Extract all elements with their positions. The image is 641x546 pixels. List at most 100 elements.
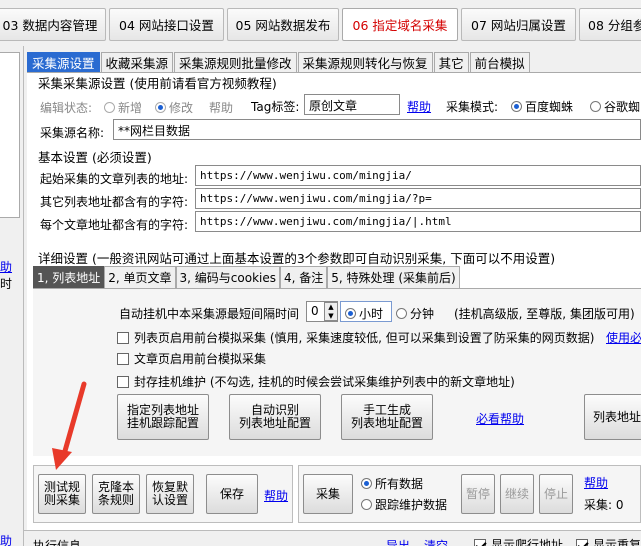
- radio-new[interactable]: [104, 102, 115, 113]
- article-url-label: 每个文章地址都含有的字符:: [40, 218, 189, 232]
- stop-button[interactable]: 停止: [539, 474, 573, 514]
- clone-rule-button[interactable]: 克隆本 条规则: [92, 474, 140, 514]
- check-list-simulate-label: 列表页启用前台模拟采集 (慎用, 采集速度较低, 但可以采集到设置了防采集的网页…: [134, 331, 595, 345]
- edit-state-label: 编辑状态:: [40, 101, 93, 115]
- sidebar-help-link-bottom[interactable]: 助: [0, 532, 12, 546]
- edit-state-modify[interactable]: 修改: [155, 99, 193, 116]
- must-read-help-link[interactable]: 必看帮助: [476, 410, 524, 427]
- collect-button[interactable]: 采集: [303, 474, 353, 514]
- check-article-simulate[interactable]: 文章页启用前台模拟采集: [117, 350, 266, 367]
- list-address-button[interactable]: 列表地址: [584, 394, 641, 440]
- show-crawl-option[interactable]: 显示爬行地址: [474, 536, 563, 546]
- sidebar-help-link[interactable]: 助: [0, 258, 12, 275]
- check-list-simulate[interactable]: 列表页启用前台模拟采集 (慎用, 采集速度较低, 但可以采集到设置了防采集的网页…: [117, 329, 594, 346]
- interval-spinner[interactable]: ▲ ▼: [324, 302, 338, 321]
- show-repeat-option[interactable]: 显示重复: [576, 536, 641, 546]
- pause-button[interactable]: 暂停: [461, 474, 495, 514]
- edition-note: (挂机高级版, 至尊版, 集团版可用): [454, 307, 635, 321]
- opt-track-data-label: 跟踪维护数据: [375, 498, 448, 512]
- spinner-up-icon[interactable]: ▲: [325, 303, 337, 312]
- start-url-input[interactable]: https://www.wenjiwu.com/mingjia/: [195, 165, 641, 186]
- sub-tab-bar: 采集源设置 收藏采集源 采集源规则批量修改 采集源规则转化与恢复 其它 前台模拟: [27, 52, 531, 72]
- section-title-basic: 基本设置 (必须设置): [38, 150, 152, 165]
- save-button[interactable]: 保存: [206, 474, 258, 514]
- mode-google[interactable]: 谷歌蜘: [590, 98, 640, 115]
- auto-identify-button[interactable]: 自动识别 列表地址配置: [229, 394, 321, 440]
- other-url-label: 其它列表地址都含有的字符:: [40, 195, 189, 209]
- clear-link[interactable]: 清空: [424, 537, 448, 546]
- checkbox-list-simulate[interactable]: [117, 332, 129, 344]
- checkbox-article-simulate[interactable]: [117, 353, 129, 365]
- radio-google[interactable]: [590, 101, 601, 112]
- unit-hour-box[interactable]: 小时: [340, 301, 392, 322]
- save-help-link[interactable]: 帮助: [264, 487, 288, 504]
- tag-label: Tag标签:: [251, 100, 300, 114]
- left-list-panel[interactable]: [0, 52, 20, 218]
- tab-other[interactable]: 其它: [433, 52, 469, 72]
- exec-info-label: 执行信息: [33, 539, 82, 546]
- tab-site-ownership[interactable]: 07 网站归属设置: [461, 8, 576, 41]
- detail-tab-bar: 1, 列表地址 2, 单页文章 3, 编码与cookies 4, 备注 5, 特…: [33, 266, 460, 288]
- tab-group-params[interactable]: 08 分组参: [579, 8, 641, 41]
- radio-modify[interactable]: [155, 102, 166, 113]
- tab-favorite-sources[interactable]: 收藏采集源: [100, 52, 174, 72]
- opt-all-data[interactable]: 所有数据: [361, 475, 423, 492]
- start-url-label: 起始采集的文章列表的地址:: [40, 172, 189, 186]
- tab-list-address[interactable]: 1, 列表地址: [33, 266, 105, 288]
- radio-minute[interactable]: [396, 308, 407, 319]
- show-crawl-label: 显示爬行地址: [491, 538, 564, 546]
- checkbox-seal-maintenance[interactable]: [117, 376, 129, 388]
- tab-convert-restore[interactable]: 采集源规则转化与恢复: [297, 52, 433, 72]
- tab-single-article[interactable]: 2, 单页文章: [104, 266, 176, 288]
- top-tab-bar: 03 数据内容管理 04 网站接口设置 05 网站数据发布 06 指定域名采集 …: [0, 0, 641, 46]
- tag-help-link[interactable]: 帮助: [407, 98, 431, 115]
- assign-list-button[interactable]: 指定列表地址 挂机跟踪配置: [117, 394, 209, 440]
- opt-all-data-label: 所有数据: [375, 477, 424, 491]
- opt-track-data[interactable]: 跟踪维护数据: [361, 496, 447, 513]
- manual-generate-button[interactable]: 手工生成 列表地址配置: [341, 394, 433, 440]
- tab-source-settings[interactable]: 采集源设置: [27, 52, 100, 72]
- tab-content-management[interactable]: 03 数据内容管理: [0, 8, 106, 41]
- continue-button[interactable]: 继续: [500, 474, 534, 514]
- tab-encoding-cookies[interactable]: 3, 编码与cookies: [175, 266, 280, 288]
- tab-batch-modify[interactable]: 采集源规则批量修改: [174, 52, 297, 72]
- restore-default-button[interactable]: 恢复默 认设置: [146, 474, 194, 514]
- tab-site-interface[interactable]: 04 网站接口设置: [109, 8, 224, 41]
- tag-input[interactable]: 原创文章: [304, 94, 400, 115]
- opt-modify-label: 修改: [169, 101, 194, 115]
- tab-site-publish[interactable]: 05 网站数据发布: [227, 8, 339, 41]
- radio-all-data[interactable]: [361, 478, 372, 489]
- tab-front-simulate[interactable]: 前台模拟: [469, 52, 530, 72]
- radio-hour[interactable]: [345, 308, 356, 319]
- check-seal-maintenance-label: 封存挂机维护 (不勾选, 挂机的时候会尝试采集维护列表中的新文章地址): [134, 375, 515, 389]
- edit-state-new[interactable]: 新增: [104, 99, 142, 116]
- checkbox-show-crawl[interactable]: [474, 539, 486, 546]
- must-use-link[interactable]: 使用必: [606, 329, 641, 346]
- article-url-input[interactable]: https://www.wenjiwu.com/mingjia/|.html: [195, 211, 641, 232]
- collect-count: 采集: 0: [584, 498, 624, 512]
- check-seal-maintenance[interactable]: 封存挂机维护 (不勾选, 挂机的时候会尝试采集维护列表中的新文章地址): [117, 373, 515, 390]
- mode-label: 采集模式:: [446, 100, 499, 114]
- export-link[interactable]: 导出: [386, 537, 410, 546]
- unit-minute-label: 分钟: [410, 307, 435, 321]
- other-url-input[interactable]: https://www.wenjiwu.com/mingjia/?p=: [195, 188, 641, 209]
- radio-baidu[interactable]: [511, 101, 522, 112]
- check-article-simulate-label: 文章页启用前台模拟采集: [134, 352, 267, 366]
- mode-baidu[interactable]: 百度蜘蛛: [511, 98, 573, 115]
- collect-help-link[interactable]: 帮助: [584, 474, 608, 491]
- spinner-down-icon[interactable]: ▼: [325, 312, 337, 321]
- tab-remarks[interactable]: 4, 备注: [280, 266, 328, 288]
- checkbox-show-repeat[interactable]: [576, 539, 588, 546]
- test-rule-button[interactable]: 测试规 则采集: [38, 474, 86, 514]
- opt-new-label: 新增: [118, 101, 143, 115]
- radio-track-data[interactable]: [361, 499, 372, 510]
- tab-domain-collect[interactable]: 06 指定域名采集: [342, 8, 458, 41]
- edit-help-text: 帮助: [209, 101, 234, 115]
- section-title-detail: 详细设置 (一般资讯网站可通过上面基本设置的3个参数即可自动识别采集, 下面可以…: [38, 251, 556, 266]
- source-name-input[interactable]: **网栏目数据: [113, 119, 641, 140]
- source-name-label: 采集源名称:: [40, 126, 105, 140]
- section-title-source: 采集采集源设置 (使用前请看官方视频教程): [38, 76, 277, 91]
- unit-minute[interactable]: 分钟: [396, 305, 434, 322]
- tab-special-processing[interactable]: 5, 特殊处理 (采集前后): [327, 266, 460, 288]
- show-repeat-label: 显示重复: [593, 538, 641, 546]
